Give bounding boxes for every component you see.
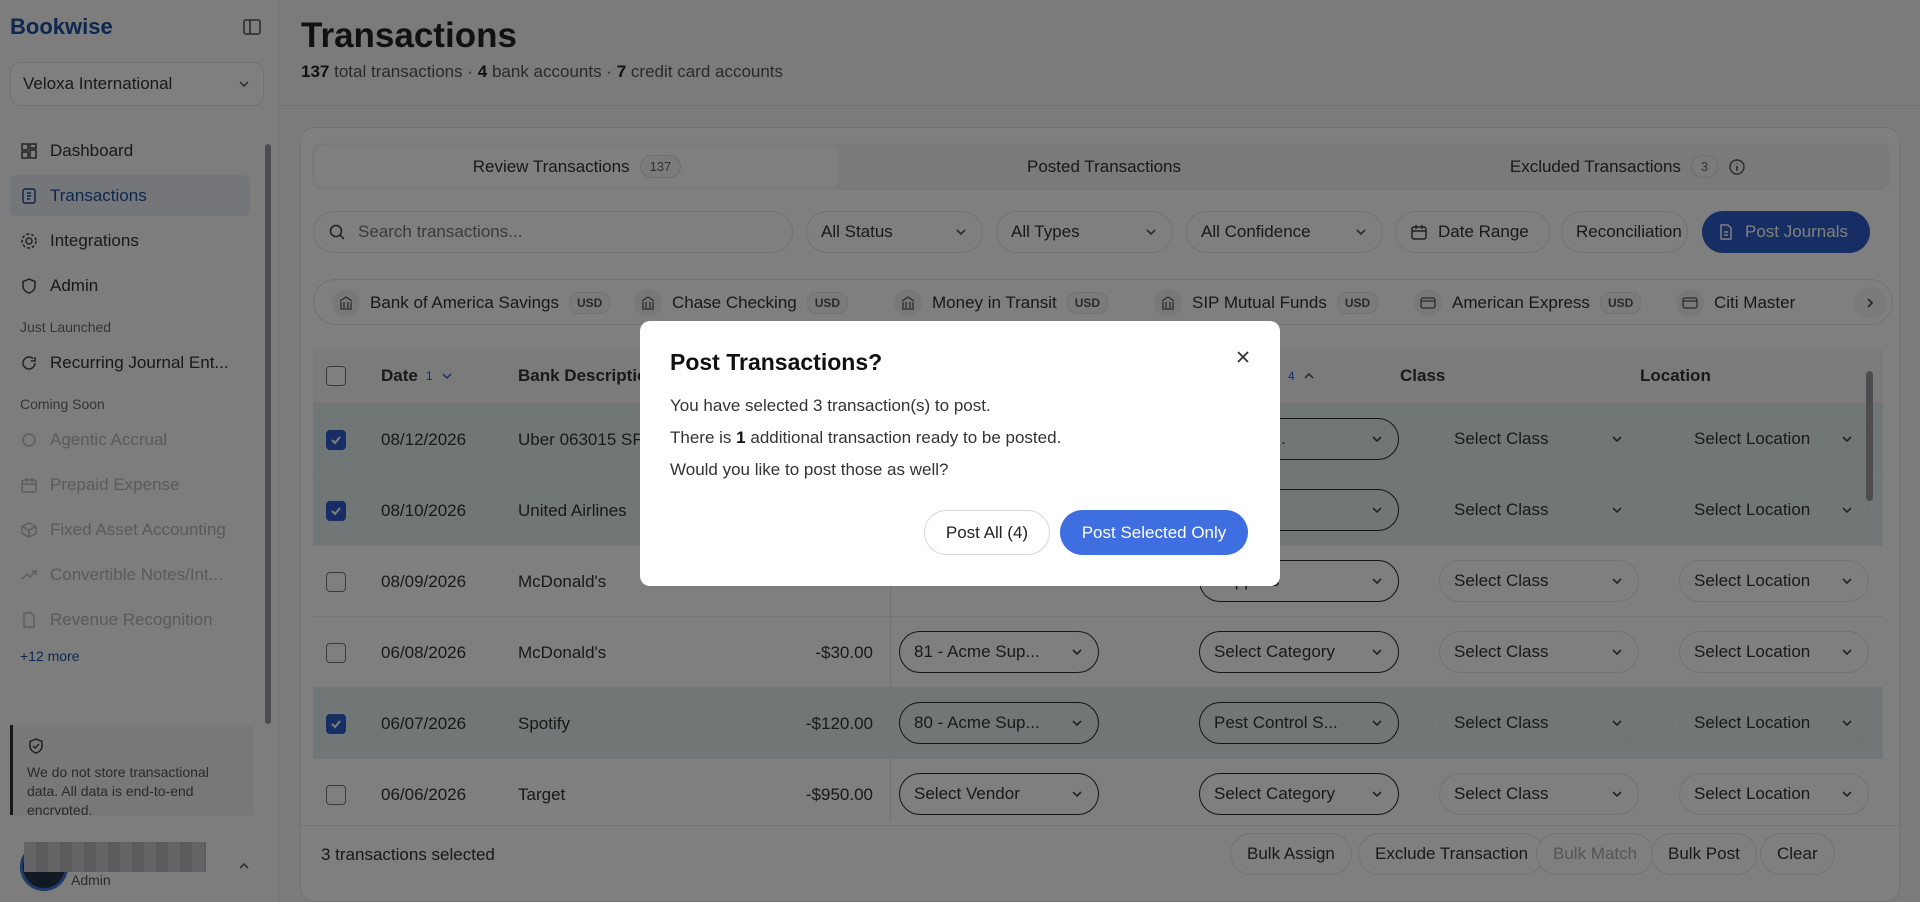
close-icon[interactable]	[1233, 347, 1253, 367]
dialog-title: Post Transactions?	[670, 349, 883, 375]
additional-prefix: There is	[670, 428, 732, 447]
additional-count: 1	[736, 428, 746, 447]
dialog-question: Would you like to post those as well?	[670, 460, 949, 479]
additional-suffix: additional transaction ready to be poste…	[750, 428, 1062, 447]
post-selected-only-button[interactable]: Post Selected Only	[1060, 510, 1248, 555]
dialog-selected-text: You have selected 3 transaction(s) to po…	[670, 396, 991, 415]
post-all-button[interactable]: Post All (4)	[924, 510, 1050, 555]
post-transactions-dialog: Post Transactions? You have selected 3 t…	[640, 321, 1280, 586]
dialog-additional-text: There is 1 additional transaction ready …	[670, 428, 1250, 448]
